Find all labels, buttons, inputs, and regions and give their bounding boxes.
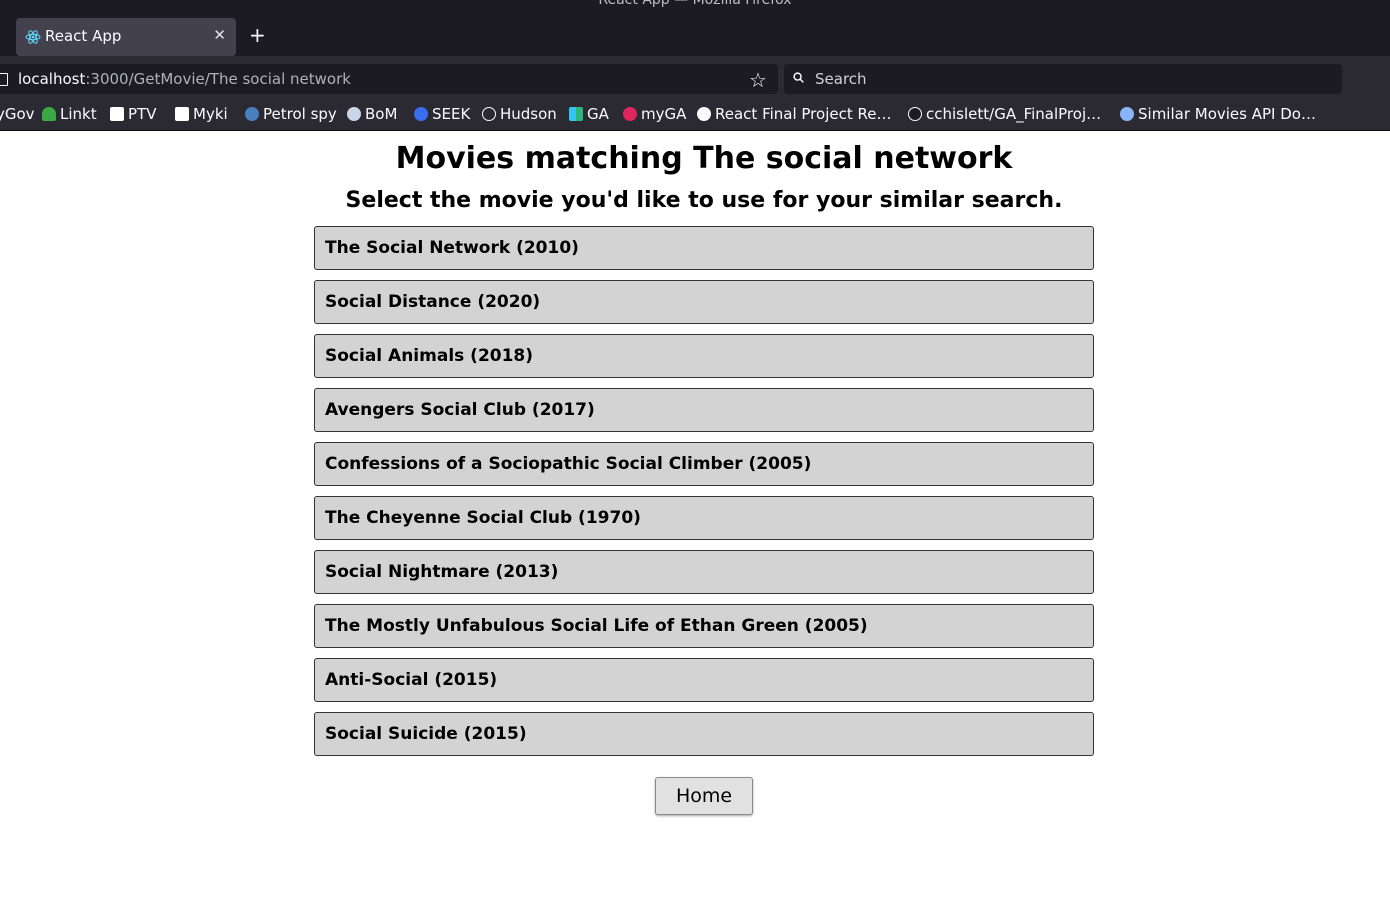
navigation-toolbar: localhost:3000/GetMovie/The social netwo… xyxy=(0,56,1390,100)
bookmark-label: React Final Project Re… xyxy=(715,105,892,123)
bookmark-label: myGA xyxy=(641,105,687,123)
bookmark-label: Linkt xyxy=(60,105,97,123)
movie-list: The Social Network (2010) Social Distanc… xyxy=(314,226,1094,766)
ptv-icon xyxy=(110,107,124,121)
bookmark-label: GA xyxy=(587,105,609,123)
bookmarks-toolbar: yGov Linkt PTV Myki Petrol spy BoM SEEK … xyxy=(0,100,1390,130)
bom-icon xyxy=(347,107,361,121)
url-text[interactable]: localhost:3000/GetMovie/The social netwo… xyxy=(18,70,351,88)
movie-option-button[interactable]: Confessions of a Sociopathic Social Clim… xyxy=(314,442,1094,486)
page-content: Movies matching The social network Selec… xyxy=(0,131,1390,922)
bookmark-label: SEEK xyxy=(432,105,471,123)
movie-option-button[interactable]: The Cheyenne Social Club (1970) xyxy=(314,496,1094,540)
bookmark-linkt[interactable]: Linkt xyxy=(42,105,97,123)
seek-icon xyxy=(414,107,428,121)
bookmark-petrol-spy[interactable]: Petrol spy xyxy=(245,105,337,123)
myki-icon xyxy=(175,107,189,121)
bookmark-ga-finalproj[interactable]: cchislett/GA_FinalProj… xyxy=(908,105,1101,123)
url-path: :3000/GetMovie/The social network xyxy=(85,70,351,88)
bookmark-hudson[interactable]: Hudson xyxy=(482,105,557,123)
github-icon xyxy=(908,107,922,121)
close-icon[interactable]: ✕ xyxy=(213,26,226,44)
new-tab-button[interactable]: + xyxy=(249,25,266,45)
tab-title: React App xyxy=(45,27,122,45)
bookmark-react-final-project[interactable]: React Final Project Re… xyxy=(697,105,891,123)
url-bar[interactable]: localhost:3000/GetMovie/The social netwo… xyxy=(0,64,778,94)
movie-option-button[interactable]: Social Distance (2020) xyxy=(314,280,1094,324)
movie-option-button[interactable]: Avengers Social Club (2017) xyxy=(314,388,1094,432)
bookmark-similar-movies-api[interactable]: Similar Movies API Do… xyxy=(1120,105,1316,123)
bookmark-ptv[interactable]: PTV xyxy=(110,105,156,123)
api-icon xyxy=(1120,107,1134,121)
globe-icon xyxy=(482,107,496,121)
bookmark-star-icon[interactable]: ☆ xyxy=(749,68,767,92)
bookmark-label: Myki xyxy=(193,105,228,123)
bookmark-label: Hudson xyxy=(500,105,557,123)
bookmark-label: cchislett/GA_FinalProj… xyxy=(926,105,1102,123)
bookmark-label: PTV xyxy=(128,105,157,123)
page-subtitle: Select the movie you'd like to use for y… xyxy=(345,188,1063,213)
bookmark-seek[interactable]: SEEK xyxy=(414,105,470,123)
search-icon xyxy=(793,72,804,83)
github-icon xyxy=(697,107,711,121)
movie-option-button[interactable]: Social Suicide (2015) xyxy=(314,712,1094,756)
page-title: Movies matching The social network xyxy=(395,141,1013,176)
myga-icon xyxy=(623,107,637,121)
movie-option-button[interactable]: The Mostly Unfabulous Social Life of Eth… xyxy=(314,604,1094,648)
movie-option-button[interactable]: Anti-Social (2015) xyxy=(314,658,1094,702)
home-button[interactable]: Home xyxy=(655,777,753,815)
page-icon xyxy=(0,73,8,86)
bookmark-ga[interactable]: GA xyxy=(569,105,609,123)
bookmark-label: Similar Movies API Do… xyxy=(1138,105,1316,123)
movie-option-button[interactable]: Social Animals (2018) xyxy=(314,334,1094,378)
window-title: React App — Mozilla Firefox xyxy=(598,0,792,8)
bookmark-label: Petrol spy xyxy=(263,105,337,123)
bookmark-bom[interactable]: BoM xyxy=(347,105,397,123)
bookmark-label: BoM xyxy=(365,105,398,123)
bookmark-myga[interactable]: myGA xyxy=(623,105,686,123)
react-icon xyxy=(25,30,41,44)
search-placeholder: Search xyxy=(815,70,867,88)
linkt-icon xyxy=(42,107,56,121)
bookmark-label: yGov xyxy=(0,105,35,123)
search-bar[interactable]: Search xyxy=(784,64,1342,94)
bookmark-gov[interactable]: yGov xyxy=(0,105,35,123)
tab-react-app[interactable]: React App ✕ xyxy=(16,18,236,56)
url-host: localhost xyxy=(18,70,86,88)
bookmark-myki[interactable]: Myki xyxy=(175,105,228,123)
slack-icon xyxy=(569,107,583,121)
window-titlebar: React App — Mozilla Firefox xyxy=(0,0,1390,14)
browser-chrome: React App — Mozilla Firefox React App ✕ … xyxy=(0,0,1390,131)
petrolspy-icon xyxy=(245,107,259,121)
movie-option-button[interactable]: The Social Network (2010) xyxy=(314,226,1094,270)
movie-option-button[interactable]: Social Nightmare (2013) xyxy=(314,550,1094,594)
